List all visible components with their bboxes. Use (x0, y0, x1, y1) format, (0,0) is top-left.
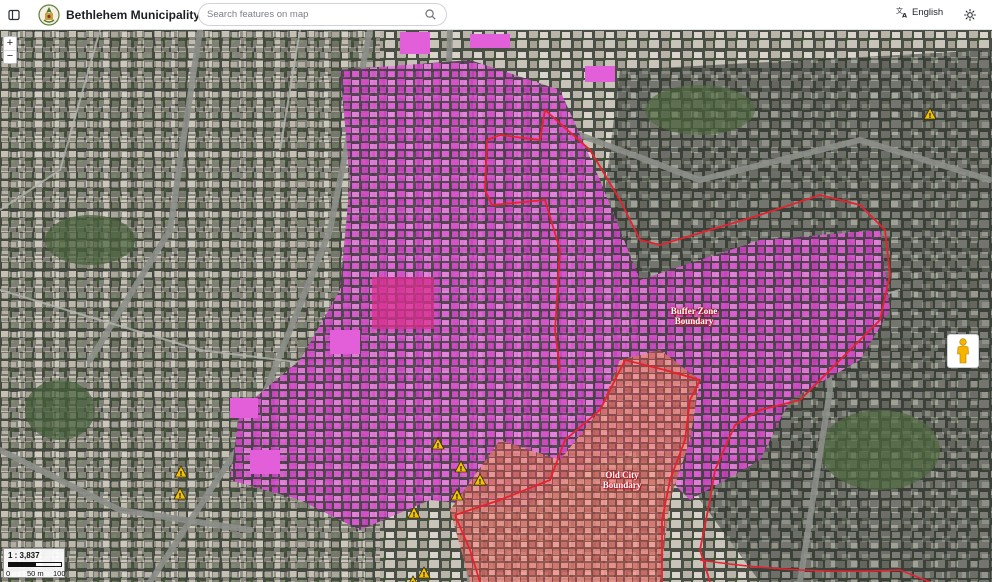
old-city-label: Old City Boundary (602, 470, 642, 490)
svg-text:!: ! (928, 112, 931, 120)
svg-text:!: ! (459, 465, 462, 473)
map-search-box[interactable] (198, 3, 447, 26)
svg-text:!: ! (422, 571, 425, 579)
scale-tick-mid: 50 m (27, 569, 44, 578)
svg-text:!: ! (478, 478, 481, 486)
pegman-icon (957, 338, 969, 364)
sidebar-toggle-icon (8, 9, 20, 20)
sidebar-toggle-button[interactable] (0, 1, 28, 29)
zoom-in-button[interactable]: + (4, 37, 16, 50)
street-view-button[interactable] (947, 334, 979, 368)
scale-bar: 1 : 3,837 0 50 m 100 (3, 548, 66, 578)
satellite-basemap: ! ! ! ! ! ! ! ! ! ! (0, 30, 992, 582)
language-label: English (912, 6, 944, 18)
sun-icon (964, 9, 976, 21)
scale-tick-end: 100 (53, 569, 66, 578)
map-canvas[interactable]: ! ! ! ! ! ! ! ! ! ! Buffer Zone Boundary… (0, 30, 992, 582)
svg-text:A: A (902, 12, 907, 19)
svg-text:!: ! (455, 493, 458, 501)
theme-toggle-button[interactable] (956, 1, 984, 29)
svg-text:!: ! (178, 492, 181, 500)
svg-text:!: ! (436, 442, 439, 450)
zoom-out-button[interactable]: − (4, 49, 16, 64)
top-bar: Bethlehem Municipality 文 A English (0, 0, 992, 30)
scale-bar-graphic (8, 562, 62, 567)
translate-icon: 文 A (896, 6, 907, 19)
app-title: Bethlehem Municipality (66, 7, 201, 22)
language-switcher[interactable]: 文 A English (896, 6, 943, 18)
buffer-zone-label: Buffer Zone Boundary (670, 306, 718, 326)
search-input[interactable] (207, 9, 425, 20)
search-icon[interactable] (425, 9, 436, 20)
scale-tick-start: 0 (6, 569, 11, 578)
zoom-control: + − (3, 36, 17, 64)
scale-ratio: 1 : 3,837 (8, 551, 40, 560)
svg-text:!: ! (412, 511, 415, 519)
svg-text:!: ! (179, 470, 182, 478)
municipality-logo (38, 3, 60, 26)
